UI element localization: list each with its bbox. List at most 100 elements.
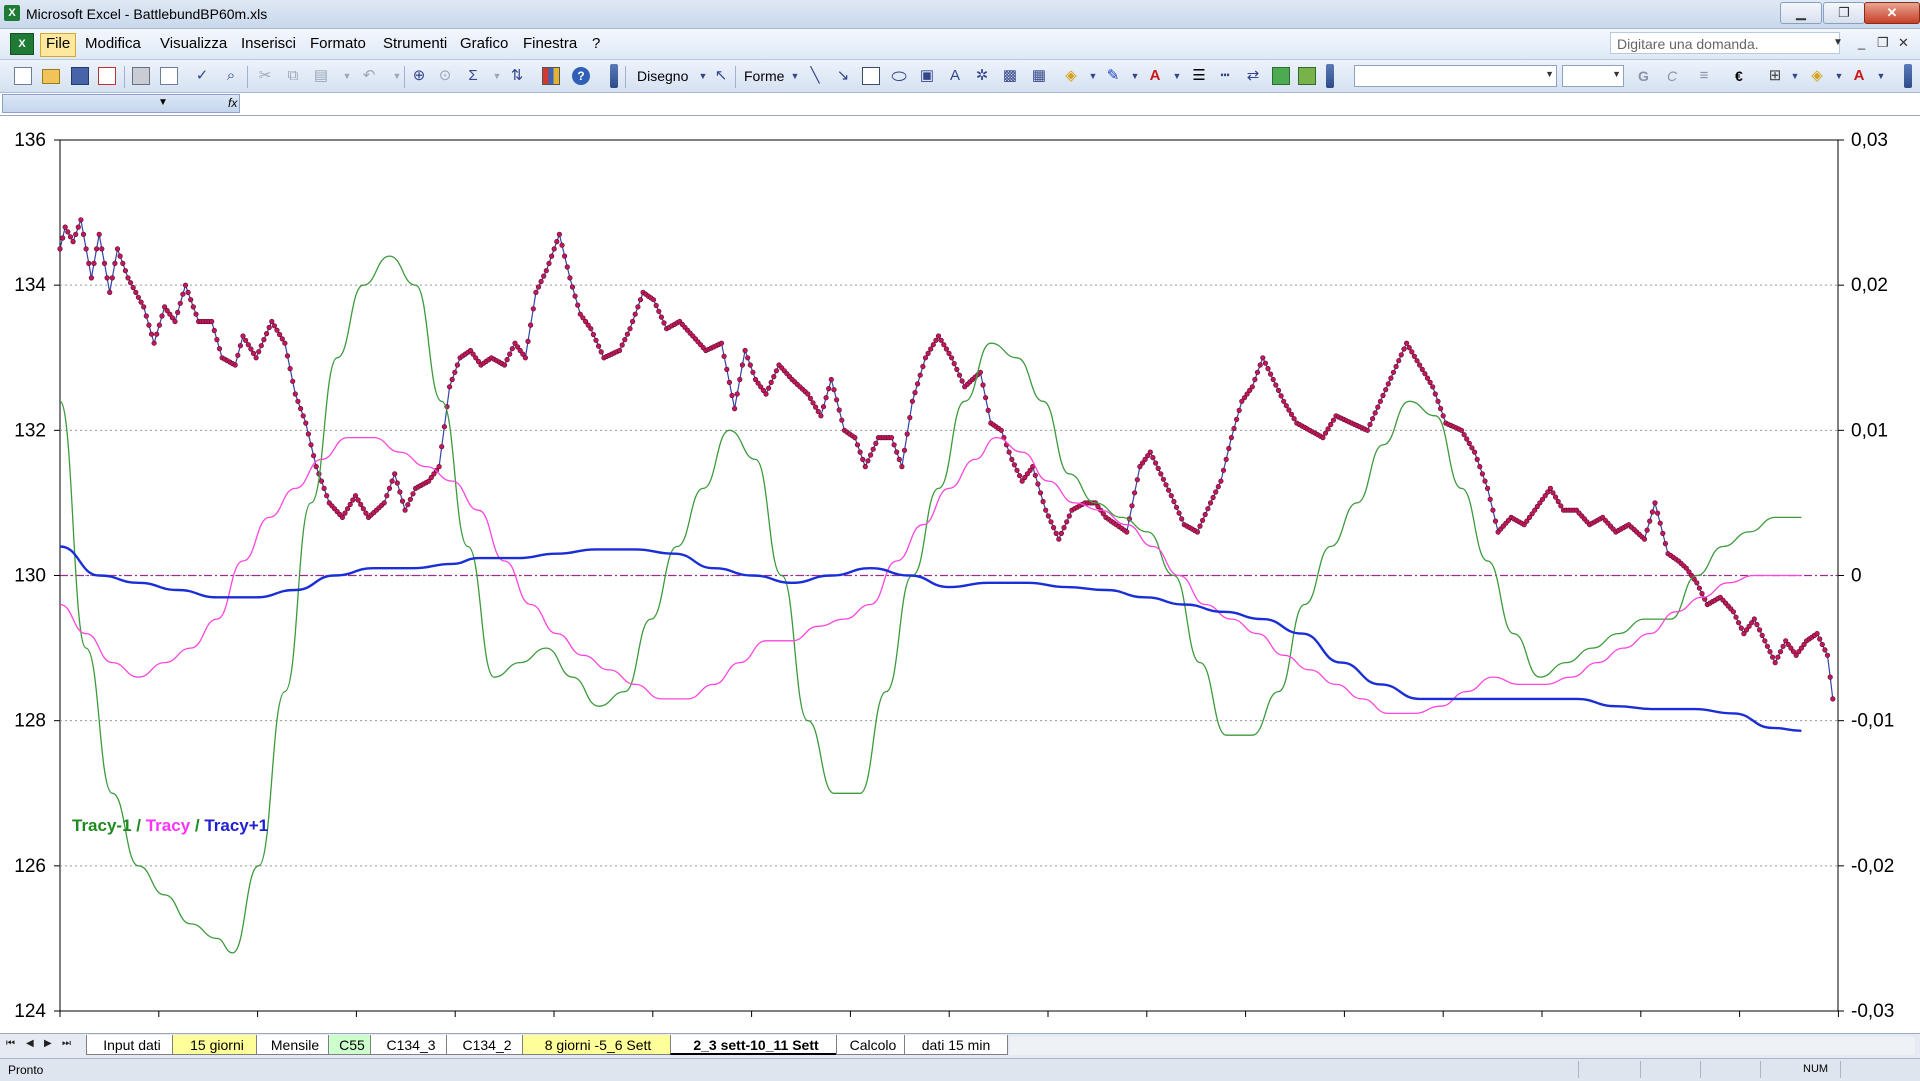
menu-visualizza[interactable]: Visualizza: [155, 33, 232, 55]
cell-fill-dropdown-icon[interactable]: ▼: [1830, 67, 1848, 85]
shadow-style-icon[interactable]: [1272, 67, 1290, 85]
doc-minimize-button[interactable]: _: [1858, 35, 1865, 50]
autosum-dropdown-icon[interactable]: ▼: [488, 67, 506, 85]
minimize-button[interactable]: ▁: [1780, 2, 1822, 24]
research-icon[interactable]: ⌕: [222, 67, 240, 85]
drawing-dropdown-icon[interactable]: ▼: [694, 67, 712, 85]
picture-icon[interactable]: ▦: [1030, 67, 1048, 85]
sheet-tab[interactable]: Mensile: [256, 1035, 334, 1055]
permission-icon[interactable]: [98, 67, 116, 85]
line-color-dropdown-icon[interactable]: ▼: [1126, 67, 1144, 85]
formatting-toolbar-options-icon[interactable]: [1904, 64, 1912, 88]
line-style-icon[interactable]: ☰: [1190, 67, 1208, 85]
undo-icon[interactable]: ↶: [360, 67, 378, 85]
sheet-tab[interactable]: 15 giorni: [172, 1035, 262, 1055]
line-icon[interactable]: ╲: [806, 67, 824, 85]
copy-icon[interactable]: ⧉: [284, 67, 302, 85]
menu-finestra[interactable]: Finestra: [518, 33, 582, 55]
italic-button[interactable]: C: [1667, 68, 1677, 84]
close-button[interactable]: ✕: [1864, 2, 1920, 24]
3d-style-icon[interactable]: [1298, 67, 1316, 85]
new-document-icon[interactable]: [14, 67, 32, 85]
next-sheet-icon[interactable]: ▶: [44, 1038, 52, 1049]
borders-icon[interactable]: ⊞: [1766, 67, 1784, 85]
excel-app-icon[interactable]: X: [4, 5, 20, 21]
sort-icon[interactable]: ⇅: [508, 67, 526, 85]
name-box[interactable]: ▼ fx: [2, 94, 240, 113]
price-data-point: [726, 379, 733, 386]
last-sheet-icon[interactable]: ⏭: [62, 1038, 71, 1049]
select-objects-icon[interactable]: ↖: [712, 67, 730, 85]
doc-restore-button[interactable]: ❐: [1877, 35, 1889, 51]
fill-color-icon[interactable]: ◈: [1062, 67, 1080, 85]
help-icon[interactable]: ?: [572, 67, 590, 85]
oval-icon[interactable]: ⬭: [890, 67, 908, 85]
sheet-tab[interactable]: C55: [328, 1035, 376, 1055]
save-icon[interactable]: [71, 67, 89, 85]
autosum-grey-icon[interactable]: ⊙: [436, 67, 454, 85]
cut-icon[interactable]: ✂: [256, 67, 274, 85]
print-icon[interactable]: [132, 67, 150, 85]
paste-dropdown-icon[interactable]: ▼: [338, 67, 356, 85]
previous-sheet-icon[interactable]: ◀: [26, 1038, 34, 1049]
chevron-down-icon[interactable]: ▼: [158, 97, 168, 108]
currency-button[interactable]: €: [1735, 68, 1743, 84]
menu-modifica[interactable]: Modifica: [80, 33, 146, 55]
borders-dropdown-icon[interactable]: ▼: [1786, 67, 1804, 85]
rectangle-icon[interactable]: [862, 67, 880, 85]
toolbar-options-icon[interactable]: [610, 64, 618, 88]
chart-wizard-icon[interactable]: [542, 67, 560, 85]
bold-button[interactable]: G: [1638, 68, 1649, 84]
spelling-icon[interactable]: ✓: [193, 67, 211, 85]
workbook-icon[interactable]: X: [10, 33, 34, 55]
hyperlink-icon[interactable]: ⊕: [410, 67, 428, 85]
arrow-icon[interactable]: ↘: [834, 67, 852, 85]
textbox-icon[interactable]: ▣: [918, 67, 936, 85]
drawing-menu[interactable]: Disegno: [637, 68, 688, 84]
font-color-icon[interactable]: A: [1146, 67, 1164, 85]
arrow-style-icon[interactable]: ⇄: [1244, 67, 1262, 85]
open-folder-icon[interactable]: [42, 69, 60, 84]
restore-button[interactable]: ❐: [1823, 2, 1865, 24]
menu-strumenti[interactable]: Strumenti: [378, 33, 452, 55]
dash-style-icon[interactable]: ┅: [1216, 67, 1234, 85]
menu-file[interactable]: File: [40, 33, 77, 57]
text-color-dropdown-icon[interactable]: ▼: [1872, 67, 1890, 85]
clipart-icon[interactable]: ▩: [1001, 67, 1019, 85]
autosum-icon[interactable]: Σ: [464, 67, 482, 85]
shapes-menu[interactable]: Forme: [744, 68, 784, 84]
text-color-icon[interactable]: A: [1850, 67, 1868, 85]
menu-grafico[interactable]: Grafico: [455, 33, 513, 55]
print-preview-icon[interactable]: [160, 67, 178, 85]
diagram-icon[interactable]: ✲: [973, 67, 991, 85]
line-color-icon[interactable]: ✎: [1104, 67, 1122, 85]
menu-formato[interactable]: Formato: [305, 33, 371, 55]
align-icon[interactable]: ≡: [1695, 67, 1713, 85]
doc-close-button[interactable]: ✕: [1898, 35, 1909, 51]
menu-help[interactable]: ?: [587, 33, 605, 55]
fill-color-dropdown-icon[interactable]: ▼: [1084, 67, 1102, 85]
menu-inserisci[interactable]: Inserisci: [236, 33, 301, 55]
wordart-icon[interactable]: A: [946, 67, 964, 85]
help-question-box[interactable]: Digitare una domanda.: [1610, 32, 1840, 54]
sheet-tab[interactable]: Calcolo: [836, 1035, 910, 1055]
font-color-dropdown-icon[interactable]: ▼: [1168, 67, 1186, 85]
sheet-tab[interactable]: 8 giorni -5_6 Sett: [522, 1035, 674, 1055]
sheet-tab[interactable]: Input dati: [86, 1035, 178, 1055]
sheet-tab[interactable]: C134_2: [446, 1035, 528, 1055]
drawing-toolbar-options-icon[interactable]: [1326, 64, 1334, 88]
shapes-dropdown-icon[interactable]: ▼: [786, 67, 804, 85]
chart-area[interactable]: 136 0,03 134 0,02 132 0,01 130 0 128 -0,01 126 -0,0…: [0, 116, 1920, 1046]
first-sheet-icon[interactable]: ⏮: [6, 1038, 15, 1049]
horizontal-scrollbar[interactable]: [1010, 1037, 1915, 1055]
sheet-tab[interactable]: dati 15 min: [904, 1035, 1008, 1055]
insert-function-icon[interactable]: fx: [228, 96, 237, 110]
font-size-combo[interactable]: ▼: [1562, 65, 1624, 87]
paste-icon[interactable]: ▤: [312, 67, 330, 85]
cell-fill-icon[interactable]: ◈: [1808, 67, 1826, 85]
sheet-tab[interactable]: C134_3: [370, 1035, 452, 1055]
font-name-combo[interactable]: ▼: [1354, 65, 1557, 87]
line-chart[interactable]: 136 0,03 134 0,02 132 0,01 130 0 128 -0,01 126 -0,0…: [0, 116, 1920, 1046]
sheet-tab[interactable]: 2_3 sett-10_11 Sett: [670, 1035, 842, 1055]
help-dropdown-icon[interactable]: ▼: [1833, 37, 1843, 48]
